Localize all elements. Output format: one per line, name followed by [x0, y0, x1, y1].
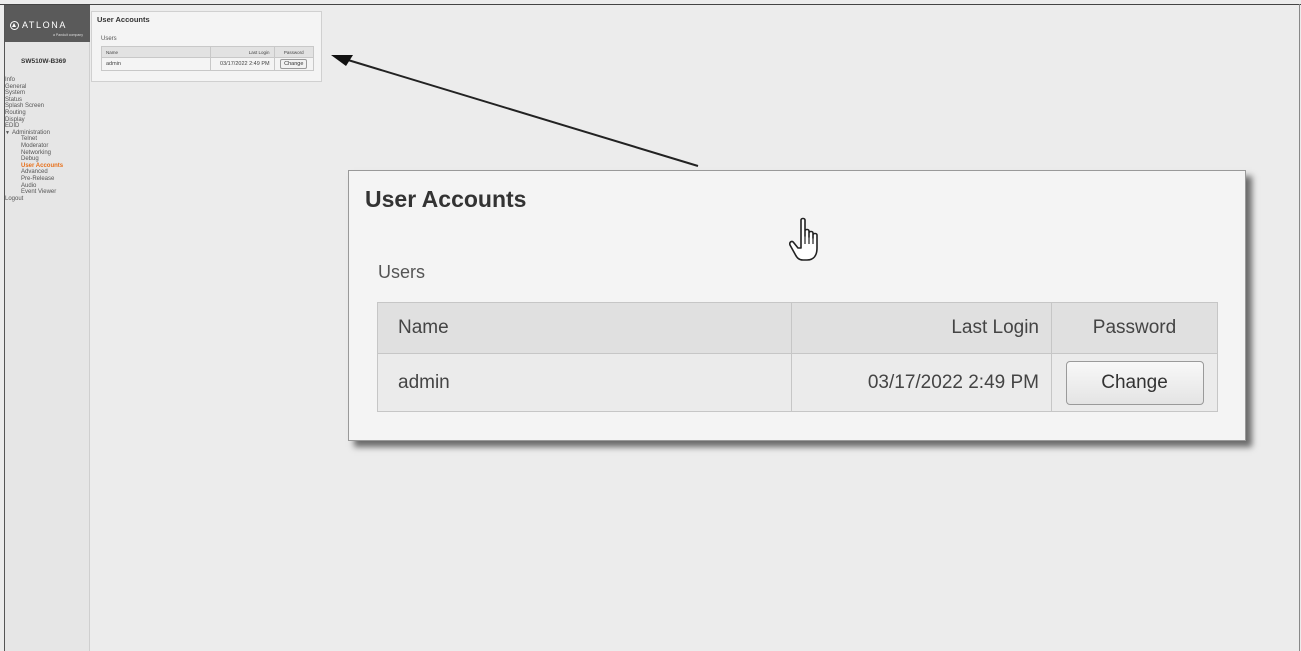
window-right-border: [1299, 4, 1300, 651]
sidebar-item-moderator[interactable]: Moderator: [5, 143, 91, 150]
sidebar: ATLONA a Panduit company SW510W-B369 Inf…: [4, 5, 90, 651]
column-header-name: Name: [101, 46, 211, 58]
change-password-button[interactable]: Change: [280, 59, 308, 69]
zoomed-last-login-cell: 03/17/2022 2:49 PM: [791, 353, 1052, 412]
zoomed-user-accounts-panel: User Accounts Users Name Last Login Pass…: [348, 170, 1246, 441]
zoomed-users-section-label: Users: [378, 262, 426, 282]
user-accounts-panel: User Accounts Users Name Last Login Pass…: [91, 11, 322, 82]
zoomed-column-header-password: Password: [1051, 302, 1218, 354]
sidebar-item-user-accounts[interactable]: User Accounts: [5, 163, 91, 170]
table-row: admin 03/17/2022 2:49 PM Change: [101, 57, 315, 71]
zoomed-column-header-last-login: Last Login: [791, 302, 1052, 354]
brand-logo: ATLONA a Panduit company: [5, 5, 90, 42]
zoomed-column-header-name: Name: [377, 302, 792, 354]
sidebar-item-general[interactable]: General: [5, 84, 91, 91]
sidebar-item-debug[interactable]: Debug: [5, 156, 91, 163]
zoomed-change-password-button[interactable]: Change: [1065, 360, 1204, 405]
user-name-cell: admin: [101, 57, 211, 71]
users-section-label: Users: [101, 36, 117, 42]
sidebar-item-info[interactable]: Info: [5, 77, 91, 84]
sidebar-item-display[interactable]: Display: [5, 117, 91, 124]
device-name: SW510W-B369: [21, 58, 67, 65]
sidebar-item-audio[interactable]: Audio: [5, 183, 91, 190]
sidebar-item-networking[interactable]: Networking: [5, 150, 91, 157]
table-header-row: Name Last Login Password: [101, 46, 315, 58]
column-header-password: Password: [273, 46, 315, 58]
sidebar-item-telnet[interactable]: Telnet: [5, 136, 91, 143]
window-top-border: [0, 4, 1301, 5]
zoomed-table-header-row: Name Last Login Password: [377, 302, 1218, 354]
sidebar-item-pre-release[interactable]: Pre-Release: [5, 176, 91, 183]
sidebar-item-edid[interactable]: EDID: [5, 123, 91, 130]
sidebar-nav: Info General System Status Splash Screen…: [5, 77, 91, 202]
users-table: Name Last Login Password admin 03/17/202…: [101, 46, 315, 71]
sidebar-item-advanced[interactable]: Advanced: [5, 169, 91, 176]
zoomed-users-table: Name Last Login Password admin 03/17/202…: [377, 302, 1218, 412]
zoomed-password-cell: Change: [1051, 353, 1218, 412]
sidebar-item-routing[interactable]: Routing: [5, 110, 91, 117]
sidebar-item-administration[interactable]: ▼ Administration: [5, 130, 91, 137]
sidebar-item-label: Administration: [11, 129, 50, 136]
logo-text: ATLONA: [22, 20, 67, 30]
last-login-cell: 03/17/2022 2:49 PM: [210, 57, 275, 71]
sidebar-item-logout[interactable]: Logout: [5, 196, 91, 203]
hand-pointer-icon: [789, 217, 818, 261]
column-header-last-login: Last Login: [210, 46, 275, 58]
sidebar-item-event-viewer[interactable]: Event Viewer: [5, 189, 91, 196]
zoomed-panel-title: User Accounts: [365, 186, 527, 212]
logo-subtitle: a Panduit company: [53, 33, 83, 37]
zoomed-user-name-cell: admin: [377, 353, 792, 412]
atlona-logo-icon: [10, 21, 19, 30]
sidebar-item-status[interactable]: Status: [5, 97, 91, 104]
panel-title: User Accounts: [97, 15, 150, 24]
password-cell: Change: [273, 57, 315, 71]
sidebar-item-splash-screen[interactable]: Splash Screen: [5, 103, 91, 110]
table-row: admin 03/17/2022 2:49 PM Change: [377, 353, 1218, 412]
caret-down-icon: ▼: [5, 129, 10, 136]
sidebar-item-system[interactable]: System: [5, 90, 91, 97]
